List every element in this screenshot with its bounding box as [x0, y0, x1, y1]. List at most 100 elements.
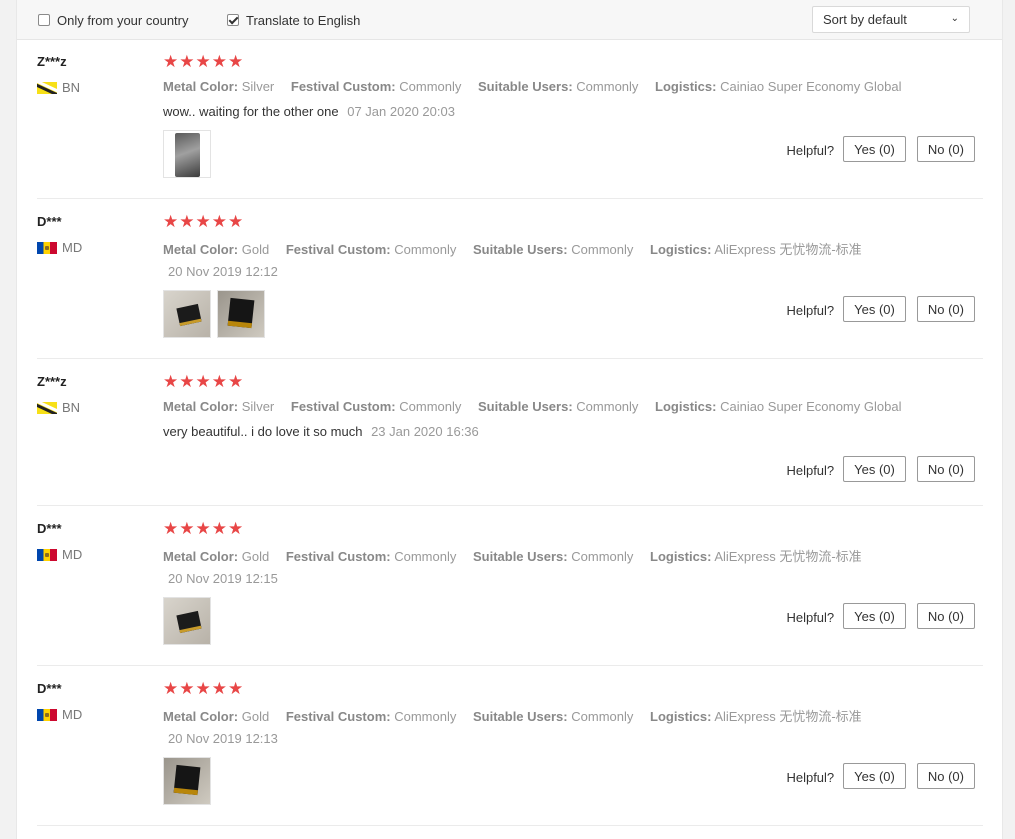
festival-custom-key: Festival Custom: — [290, 79, 396, 94]
flag-bn-icon — [37, 401, 57, 414]
helpful-yes-button[interactable]: Yes (0) — [843, 136, 906, 162]
helpful-section: Helpful? Yes (0) No (0) — [786, 296, 975, 322]
logistics-key: Logistics: — [655, 79, 717, 94]
translate-checkbox-box[interactable] — [227, 14, 239, 26]
festival-custom-value: Commonly — [394, 709, 457, 724]
metal-color-key: Metal Color: — [163, 709, 239, 724]
review-content: very beautiful.. i do love it so much 23… — [163, 424, 479, 439]
review-item: D*** MD ★★★★★ Metal Color: Gold Festival… — [37, 200, 983, 359]
reviewer-name: D*** — [37, 681, 62, 696]
reviewer-country: MD — [37, 547, 82, 562]
festival-custom-value: Commonly — [399, 399, 462, 414]
sort-dropdown[interactable]: Sort by default ⌄ — [812, 6, 970, 33]
metal-color-key: Metal Color: — [163, 79, 239, 94]
festival-custom-key: Festival Custom: — [285, 242, 391, 257]
metal-color-value: Gold — [241, 549, 270, 564]
helpful-section: Helpful? Yes (0) No (0) — [786, 603, 975, 629]
helpful-yes-button[interactable]: Yes (0) — [843, 296, 906, 322]
helpful-label: Helpful? — [786, 142, 835, 158]
metal-color-value: Silver — [241, 399, 275, 414]
review-content: 20 Nov 2019 12:13 — [163, 731, 278, 746]
reviewer-country: MD — [37, 707, 82, 722]
suitable-users-key: Suitable Users: — [472, 549, 568, 564]
reviewer-name: Z***z — [37, 54, 67, 69]
helpful-yes-button[interactable]: Yes (0) — [843, 456, 906, 482]
review-photo-thumbnail[interactable] — [163, 757, 211, 805]
festival-custom-value: Commonly — [394, 549, 457, 564]
metal-color-value: Silver — [241, 79, 275, 94]
filter-bar: Only from your country Translate to Engl… — [17, 0, 1002, 40]
sort-dropdown-value: Sort by default — [823, 12, 907, 27]
flag-md-icon — [37, 548, 57, 561]
review-date: 23 Jan 2020 16:36 — [371, 424, 479, 439]
reviewer-name: D*** — [37, 521, 62, 536]
review-content: wow.. waiting for the other one 07 Jan 2… — [163, 104, 455, 119]
review-date: 20 Nov 2019 12:15 — [168, 571, 278, 586]
helpful-section: Helpful? Yes (0) No (0) — [786, 136, 975, 162]
logistics-value: AliExpress 无忧物流-标准 — [714, 709, 862, 724]
review-text: wow.. waiting for the other one — [163, 104, 339, 119]
star-rating: ★★★★★ — [163, 679, 245, 698]
logistics-key: Logistics: — [650, 549, 712, 564]
helpful-yes-button[interactable]: Yes (0) — [843, 763, 906, 789]
reviewer-name: D*** — [37, 214, 62, 229]
star-rating: ★★★★★ — [163, 519, 245, 538]
reviewer-country: BN — [37, 400, 80, 415]
logistics-key: Logistics: — [650, 709, 712, 724]
festival-custom-value: Commonly — [394, 242, 457, 257]
logistics-key: Logistics: — [650, 242, 712, 257]
review-item: D*** MD ★★★★★ Metal Color: Gold Festival… — [37, 507, 983, 666]
reviewer-country: BN — [37, 80, 80, 95]
suitable-users-key: Suitable Users: — [472, 709, 568, 724]
review-attributes: Metal Color: Silver Festival Custom: Com… — [163, 399, 914, 414]
country-code: MD — [62, 240, 83, 255]
review-photos — [163, 290, 271, 338]
translate-checkbox[interactable]: Translate to English — [227, 13, 360, 28]
review-photo-thumbnail[interactable] — [217, 290, 265, 338]
helpful-no-button[interactable]: No (0) — [916, 136, 975, 162]
helpful-no-button[interactable]: No (0) — [916, 603, 975, 629]
review-attributes: Metal Color: Silver Festival Custom: Com… — [163, 79, 914, 94]
flag-md-icon — [37, 708, 57, 721]
festival-custom-key: Festival Custom: — [285, 709, 391, 724]
only-country-label: Only from your country — [57, 12, 189, 28]
chevron-down-icon: ⌄ — [950, 13, 959, 24]
review-photo-thumbnail[interactable] — [163, 597, 211, 645]
only-country-checkbox-box[interactable] — [38, 14, 50, 26]
review-item: Z***z BN ★★★★★ Metal Color: Silver Festi… — [37, 360, 983, 506]
metal-color-key: Metal Color: — [163, 549, 239, 564]
star-rating: ★★★★★ — [163, 212, 245, 231]
helpful-yes-button[interactable]: Yes (0) — [843, 603, 906, 629]
review-content: 20 Nov 2019 12:15 — [163, 571, 278, 586]
suitable-users-value: Commonly — [571, 242, 634, 257]
review-photo-thumbnail[interactable] — [163, 130, 211, 178]
metal-color-key: Metal Color: — [163, 242, 239, 257]
review-photos — [163, 597, 217, 645]
logistics-value: Cainiao Super Economy Global — [720, 399, 902, 414]
reviewer-country: MD — [37, 240, 82, 255]
festival-custom-key: Festival Custom: — [285, 549, 391, 564]
logistics-value: AliExpress 无忧物流-标准 — [714, 549, 862, 564]
star-rating: ★★★★★ — [163, 52, 245, 71]
review-attributes: Metal Color: Gold Festival Custom: Commo… — [163, 706, 875, 725]
review-attributes: Metal Color: Gold Festival Custom: Commo… — [163, 546, 875, 565]
helpful-no-button[interactable]: No (0) — [916, 456, 975, 482]
logistics-key: Logistics: — [655, 399, 717, 414]
review-item: Z***z BN ★★★★★ Metal Color: Silver Festi… — [37, 40, 983, 199]
helpful-section: Helpful? Yes (0) No (0) — [786, 763, 975, 789]
helpful-label: Helpful? — [786, 302, 835, 318]
helpful-label: Helpful? — [786, 462, 835, 478]
only-country-checkbox[interactable]: Only from your country — [38, 12, 189, 28]
reviews-panel: Only from your country Translate to Engl… — [16, 0, 1003, 839]
metal-color-key: Metal Color: — [163, 399, 239, 414]
metal-color-value: Gold — [241, 242, 270, 257]
review-photo-thumbnail[interactable] — [163, 290, 211, 338]
review-item: D*** MD ★★★★★ Metal Color: Gold Festival… — [37, 667, 983, 826]
suitable-users-value: Commonly — [576, 399, 639, 414]
helpful-no-button[interactable]: No (0) — [916, 296, 975, 322]
country-code: MD — [62, 547, 83, 562]
helpful-section: Helpful? Yes (0) No (0) — [786, 456, 975, 482]
helpful-no-button[interactable]: No (0) — [916, 763, 975, 789]
flag-bn-icon — [37, 81, 57, 94]
star-rating: ★★★★★ — [163, 372, 245, 391]
